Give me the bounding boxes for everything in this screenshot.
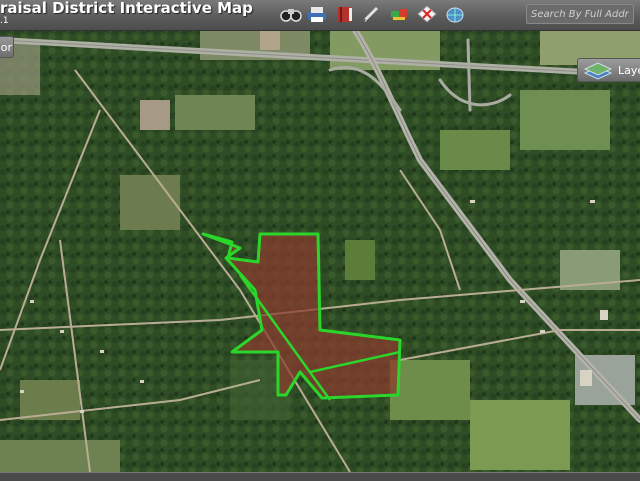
binoculars-icon[interactable] (279, 3, 303, 25)
printer-icon[interactable] (305, 3, 329, 25)
highlighter-icon[interactable] (387, 3, 411, 25)
layers-button[interactable]: Layer (577, 58, 640, 82)
aerial-map[interactable] (0, 0, 640, 480)
version-label: .1 (0, 16, 9, 26)
left-panel-button-label: or (0, 41, 12, 54)
measure-pencil-icon[interactable] (359, 3, 383, 25)
left-panel-button[interactable]: or (0, 36, 14, 58)
layers-label: Layer (618, 64, 640, 77)
app-title: raisal District Interactive Map (0, 0, 253, 17)
header-bar: raisal District Interactive Map .1 (0, 0, 640, 31)
clear-map-icon[interactable] (415, 3, 439, 25)
address-search-input[interactable] (526, 4, 634, 24)
book-icon[interactable] (333, 3, 357, 25)
layers-icon (583, 61, 613, 84)
globe-icon[interactable] (443, 3, 467, 25)
